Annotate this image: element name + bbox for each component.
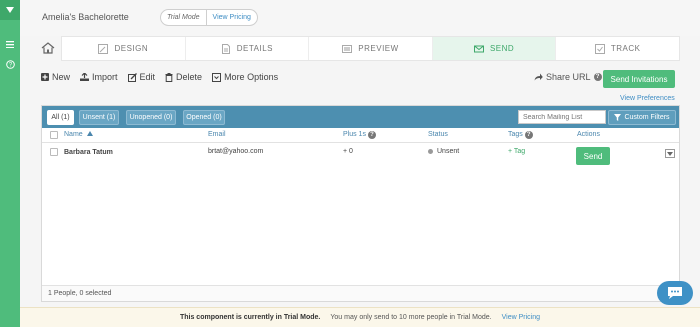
left-sidebar: ? — [0, 0, 20, 327]
import-icon — [80, 73, 90, 81]
notice-text: You may only send to 10 more people in T… — [330, 314, 492, 321]
filter-funnel-icon — [614, 114, 622, 121]
column-plus-ones[interactable]: Plus 1s ? — [343, 131, 376, 139]
down-triangle-icon — [6, 7, 14, 13]
row-menu-button[interactable] — [665, 149, 675, 158]
send-button[interactable]: Send — [576, 147, 610, 165]
step-tabs: DESIGN DETAILS PREVIEW SEND TRACK — [61, 36, 680, 61]
search-mailing-list-input[interactable] — [518, 110, 606, 124]
filter-tab-opened[interactable]: Opened (0) — [183, 110, 225, 125]
table-header: Name Email Plus 1s ? Status Tags ? Actio… — [42, 128, 679, 143]
column-email[interactable]: Email — [208, 131, 226, 138]
share-url-label: Share URL — [546, 72, 591, 82]
trial-mode-label: Trial Mode — [161, 10, 207, 25]
tab-label: DETAILS — [236, 44, 274, 53]
trash-icon — [165, 72, 173, 82]
more-options-label: More Options — [224, 72, 279, 82]
mailing-list-panel: All (1) Unsent (1) Unopened (0) Opened (… — [41, 105, 680, 302]
row-checkbox[interactable] — [50, 148, 58, 156]
tab-details[interactable]: DETAILS — [186, 37, 310, 60]
help-icon[interactable]: ? — [593, 73, 602, 81]
edit-label: Edit — [139, 72, 156, 82]
help-icon[interactable]: ? — [524, 131, 533, 139]
send-invitations-button[interactable]: Send Invitations — [603, 70, 675, 88]
table-row[interactable]: Barbara Tatum brtat@yahoo.com + 0 Unsent… — [42, 143, 679, 165]
import-button[interactable]: Import — [80, 72, 118, 82]
tab-design[interactable]: DESIGN — [62, 37, 186, 60]
view-preferences-link[interactable]: View Preferences — [620, 95, 675, 102]
mode-pill: Trial Mode View Pricing — [160, 9, 258, 26]
column-plus-ones-label: Plus 1s — [343, 131, 366, 138]
delete-button[interactable]: Delete — [165, 72, 202, 82]
notice-view-pricing-link[interactable]: View Pricing — [502, 314, 540, 321]
tab-label: DESIGN — [114, 44, 149, 53]
tab-track[interactable]: TRACK — [556, 37, 679, 60]
help-icon[interactable]: ? — [367, 131, 376, 139]
dropdown-box-icon — [212, 72, 222, 82]
tab-label: TRACK — [610, 44, 641, 53]
preview-icon — [342, 44, 353, 53]
hamburger-menu-icon[interactable] — [0, 38, 20, 50]
filter-tab-unsent[interactable]: Unsent (1) — [79, 110, 119, 125]
share-arrow-icon — [534, 73, 543, 81]
edit-icon — [127, 72, 137, 82]
home-icon[interactable] — [41, 42, 55, 56]
column-status[interactable]: Status — [428, 131, 448, 138]
view-pricing-link[interactable]: View Pricing — [207, 10, 257, 25]
filter-tab-unopened[interactable]: Unopened (0) — [126, 110, 176, 125]
guest-email: brtat@yahoo.com — [208, 148, 264, 155]
status-label: Unsent — [437, 148, 460, 155]
column-name[interactable]: Name — [64, 131, 93, 138]
tab-label: SEND — [489, 44, 515, 53]
design-icon — [98, 43, 109, 54]
status-dot — [428, 148, 433, 154]
page-header: Amelia's Bachelorette Trial Mode View Pr… — [20, 0, 700, 36]
details-icon — [221, 43, 230, 54]
edit-button[interactable]: Edit — [127, 72, 156, 82]
list-footer: 1 People, 0 selected — [42, 285, 679, 301]
envelope-icon — [473, 45, 484, 52]
event-title: Amelia's Bachelorette — [42, 12, 129, 22]
filter-tab-all[interactable]: All (1) — [47, 110, 74, 125]
column-tags-label: Tags — [508, 131, 523, 138]
help-icon[interactable]: ? — [0, 58, 20, 70]
chat-bubble-icon — [668, 287, 682, 299]
plus-icon — [41, 73, 49, 81]
select-all-checkbox[interactable] — [50, 131, 58, 139]
tab-send[interactable]: SEND — [432, 37, 557, 60]
trial-mode-notice: This component is currently in Trial Mod… — [20, 307, 700, 327]
track-icon — [594, 43, 605, 54]
new-button[interactable]: New — [41, 72, 70, 82]
new-label: New — [52, 72, 71, 82]
notice-bold-text: This component is currently in Trial Mod… — [179, 314, 321, 321]
collapse-menu-button[interactable] — [0, 0, 20, 20]
filter-bar: All (1) Unsent (1) Unopened (0) Opened (… — [42, 106, 679, 128]
add-tag-link[interactable]: + Tag — [508, 148, 525, 155]
sort-up-icon — [86, 131, 93, 136]
import-label: Import — [92, 72, 118, 82]
chat-widget-button[interactable] — [657, 281, 693, 305]
column-tags[interactable]: Tags ? — [508, 131, 533, 139]
column-name-label: Name — [64, 131, 83, 138]
guest-status: Unsent — [428, 148, 459, 155]
column-actions: Actions — [577, 131, 600, 138]
share-url-button[interactable]: Share URL ? — [534, 72, 602, 82]
list-toolbar: New Import Edit Delete More Options — [41, 72, 278, 82]
custom-filters-label: Custom Filters — [624, 114, 670, 121]
chevron-down-icon — [667, 151, 673, 156]
tab-preview[interactable]: PREVIEW — [309, 37, 433, 60]
guest-plus-ones[interactable]: + 0 — [343, 148, 353, 155]
tab-label: PREVIEW — [358, 44, 399, 53]
guest-name[interactable]: Barbara Tatum — [64, 149, 113, 156]
delete-label: Delete — [176, 72, 203, 82]
more-options-button[interactable]: More Options — [212, 72, 278, 82]
custom-filters-button[interactable]: Custom Filters — [608, 110, 676, 125]
